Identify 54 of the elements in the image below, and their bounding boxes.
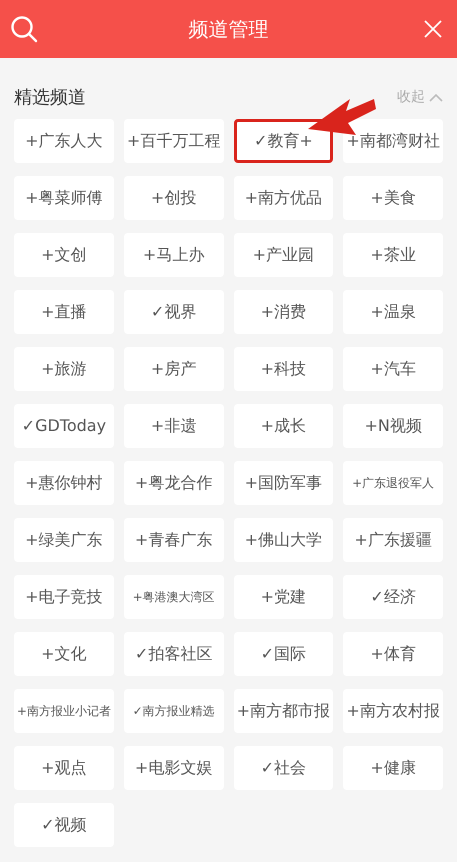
channel-button[interactable]: +文化 [14, 632, 114, 676]
channel-button[interactable]: +直播 [14, 290, 114, 334]
channel-button[interactable]: +美食 [343, 176, 443, 220]
channel-button[interactable]: +体育 [343, 632, 443, 676]
channel-button[interactable]: +南方优品 [234, 176, 334, 220]
channel-button[interactable]: +温泉 [343, 290, 443, 334]
channel-button[interactable]: +粤龙合作 [124, 461, 224, 505]
channel-button[interactable]: +南方都市报 [234, 689, 334, 733]
section-title: 精选频道 [14, 86, 86, 110]
channel-button[interactable]: +电影文娱 [124, 746, 224, 790]
channel-button[interactable]: +广东人大 [14, 119, 114, 163]
close-icon [424, 20, 442, 38]
channel-button[interactable]: +非遗 [124, 404, 224, 448]
channel-button[interactable]: +百千万工程 [124, 119, 224, 163]
channel-button[interactable]: +旅游 [14, 347, 114, 391]
channel-button[interactable]: ✓经济 [343, 575, 443, 619]
channel-button[interactable]: +创投 [124, 176, 224, 220]
channel-button[interactable]: +广东援疆 [343, 518, 443, 562]
channel-button[interactable]: ✓GDToday [14, 404, 114, 448]
chevron-up-icon [429, 93, 443, 102]
channel-button[interactable]: +产业园 [234, 233, 334, 277]
channel-button[interactable]: +成长 [234, 404, 334, 448]
channel-button[interactable]: ✓视频 [14, 803, 114, 847]
channel-button[interactable]: ✓教育+ [234, 119, 334, 163]
channel-button[interactable]: +青春广东 [124, 518, 224, 562]
header-title: 频道管理 [188, 16, 268, 43]
channel-button[interactable]: +健康 [343, 746, 443, 790]
channel-button[interactable]: +汽车 [343, 347, 443, 391]
channel-button[interactable]: +广东退役军人 [343, 461, 443, 505]
channel-button[interactable]: +N视频 [343, 404, 443, 448]
search-icon [10, 15, 38, 43]
channel-button[interactable]: +消费 [234, 290, 334, 334]
channel-button[interactable]: +国防军事 [234, 461, 334, 505]
channel-button[interactable]: +南都湾财社 [343, 119, 443, 163]
channel-button[interactable]: +电子竞技 [14, 575, 114, 619]
channel-button[interactable]: ✓国际 [234, 632, 334, 676]
channel-button[interactable]: +文创 [14, 233, 114, 277]
channel-button[interactable]: +房产 [124, 347, 224, 391]
channel-button[interactable]: +南方报业小记者 [14, 689, 114, 733]
channel-button[interactable]: +绿美广东 [14, 518, 114, 562]
channel-button[interactable]: +佛山大学 [234, 518, 334, 562]
channel-button[interactable]: +观点 [14, 746, 114, 790]
channel-button[interactable]: +南方农村报 [343, 689, 443, 733]
channel-button[interactable]: ✓视界 [124, 290, 224, 334]
channel-button[interactable]: ✓拍客社区 [124, 632, 224, 676]
channel-button[interactable]: +科技 [234, 347, 334, 391]
channel-button[interactable]: ✓社会 [234, 746, 334, 790]
channel-button[interactable]: +茶业 [343, 233, 443, 277]
channel-button[interactable]: +惠你钟村 [14, 461, 114, 505]
channel-button[interactable]: +粤菜师傅 [14, 176, 114, 220]
channel-button[interactable]: +党建 [234, 575, 334, 619]
channel-button[interactable]: +粤港澳大湾区 [124, 575, 224, 619]
channel-button[interactable]: ✓南方报业精选 [124, 689, 224, 733]
channel-button[interactable]: +马上办 [124, 233, 224, 277]
